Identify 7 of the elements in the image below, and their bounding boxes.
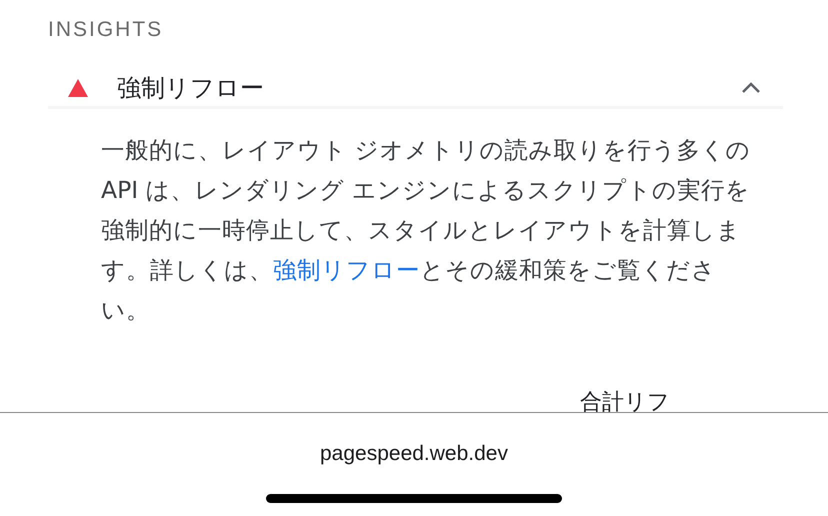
url-text[interactable]: pagespeed.web.dev <box>320 438 508 470</box>
section-heading: INSIGHTS <box>48 17 164 43</box>
reflow-link[interactable]: 強制リフロー <box>273 256 420 284</box>
chevron-up-icon <box>741 82 761 94</box>
insight-description: 一般的に、レイアウト ジオメトリの読み取りを行う多くの API は、レンダリング エンジンによるスクリプトの実行を強制的に一時停止して、スタイルとレイアウトを計算します。詳しくは、強制リフロー とその緩和策をご覧ください。 <box>101 134 751 326</box>
cut-off-text: 合計リフ <box>580 390 670 412</box>
insight-title: 強制リフロー <box>117 72 264 104</box>
